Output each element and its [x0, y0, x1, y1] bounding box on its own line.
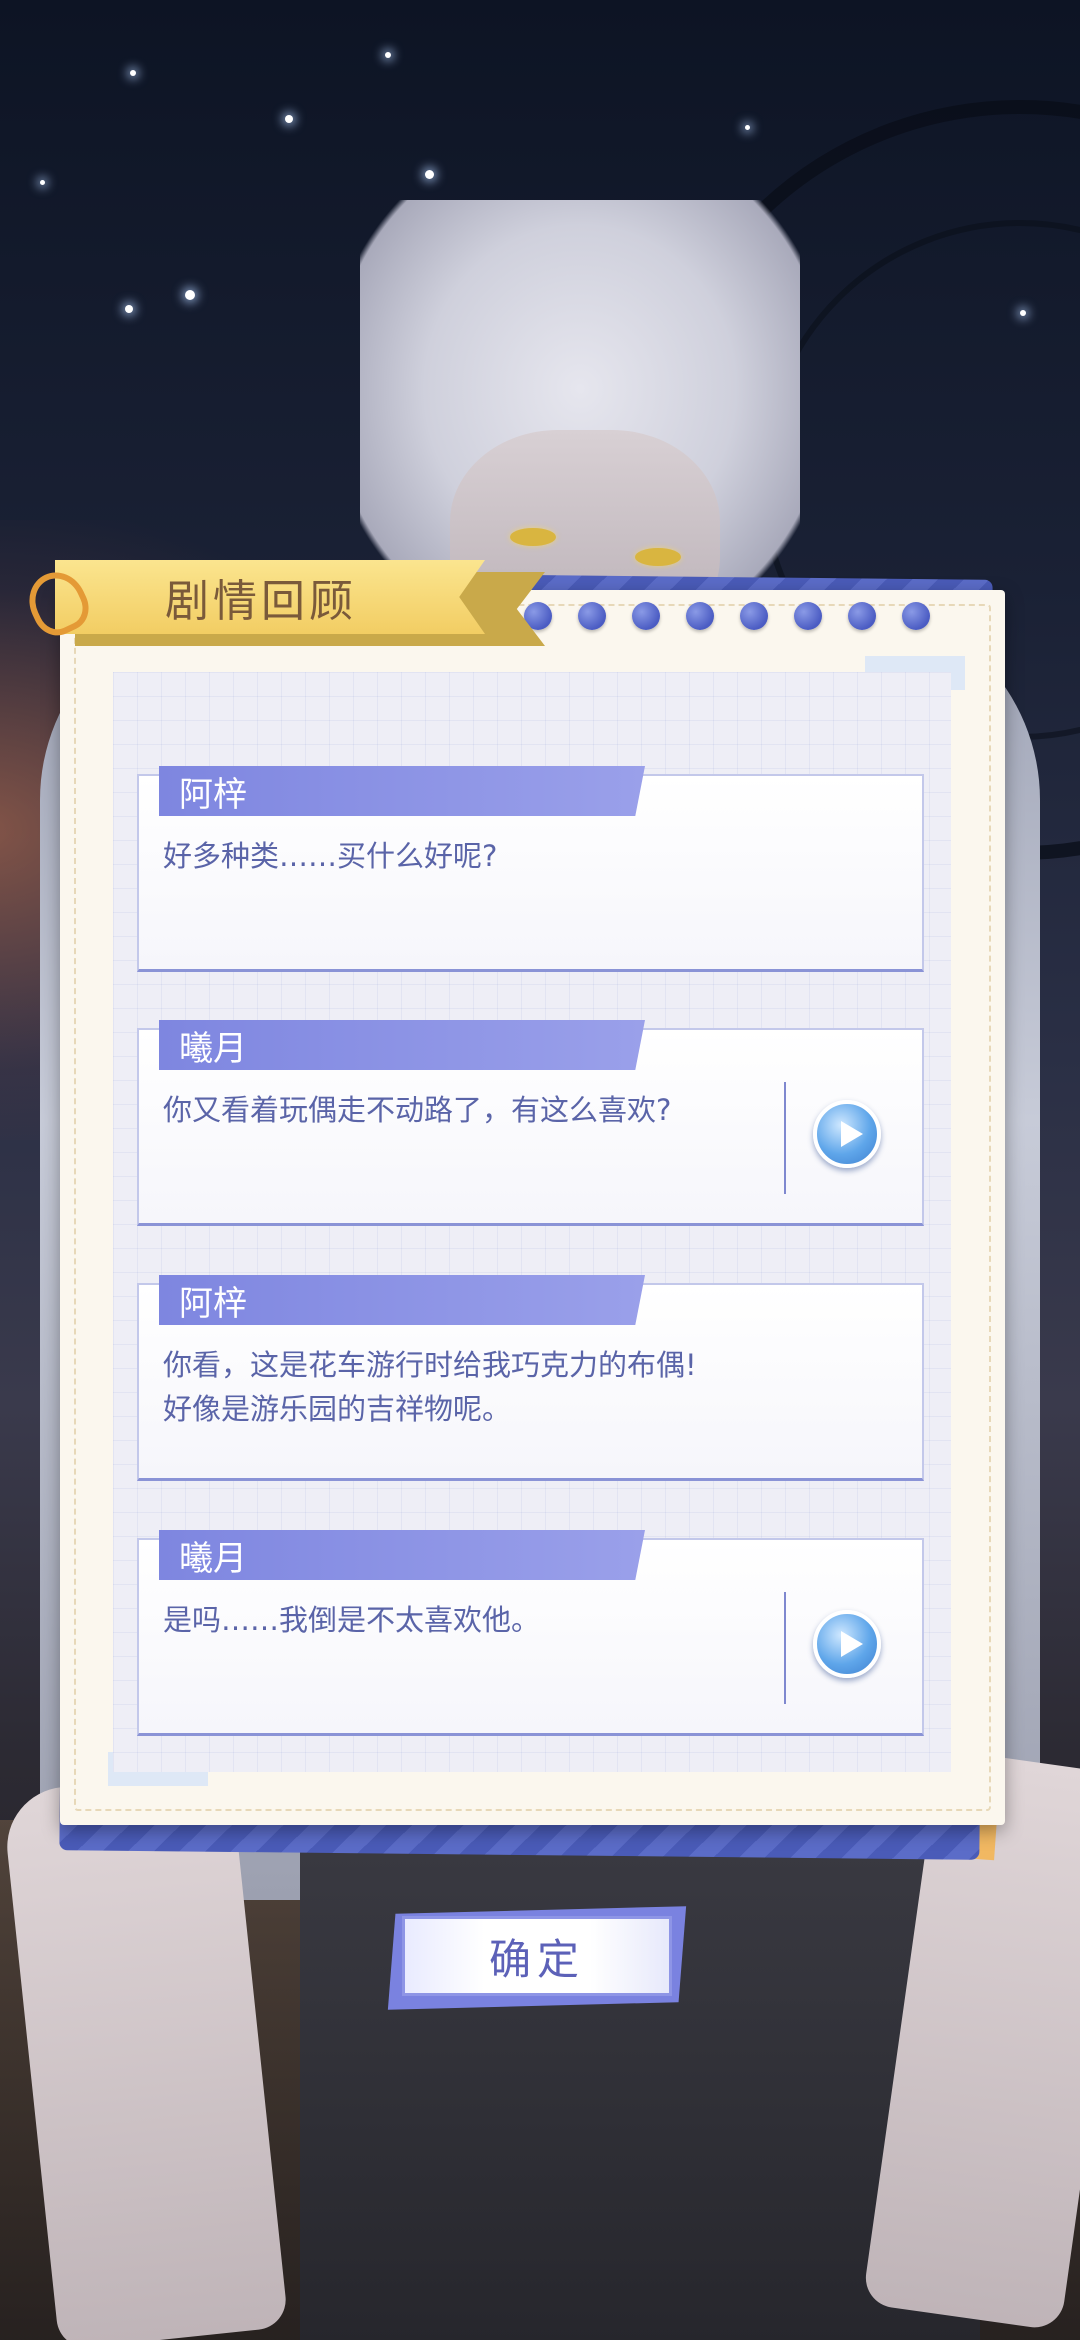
binder-dot — [686, 602, 714, 630]
dialogue-entry: 曦月 你又看着玩偶走不动路了，有这么喜欢? — [137, 1020, 924, 1230]
character-eye — [635, 548, 681, 566]
panel-title: 剧情回顾 — [165, 576, 357, 627]
dialogue-entry: 阿梓 好多种类……买什么好呢? — [137, 766, 924, 976]
ribbon-banner: 剧情回顾 — [55, 560, 485, 634]
dialogue-text: 是吗……我倒是不太喜欢他。 — [163, 1603, 541, 1637]
speaker-tab: 阿梓 — [159, 766, 645, 816]
speaker-tab: 曦月 — [159, 1020, 645, 1070]
voice-divider — [784, 1082, 786, 1194]
game-scene: 剧情回顾 阿梓 好多种类……买什么好呢? 曦月 你又看着玩偶走不动路了，有这么喜… — [0, 0, 1080, 2340]
star — [745, 125, 750, 130]
binder-dots — [470, 602, 930, 638]
dialogue-text: 你看，这是花车游行时给我巧克力的布偶! 好像是游乐园的吉祥物呢。 — [163, 1348, 697, 1426]
star — [185, 290, 195, 300]
speaker-tab: 曦月 — [159, 1530, 645, 1580]
binder-dot — [632, 602, 660, 630]
dialogue-text: 你又看着玩偶走不动路了，有这么喜欢? — [163, 1093, 672, 1127]
confirm-button[interactable]: 确定 — [402, 1916, 672, 1996]
binder-dot — [740, 602, 768, 630]
binder-dot — [794, 602, 822, 630]
play-icon[interactable] — [813, 1100, 881, 1168]
dialogue-entry: 曦月 是吗……我倒是不太喜欢他。 — [137, 1530, 924, 1740]
speaker-name: 阿梓 — [179, 1283, 247, 1324]
speaker-name: 曦月 — [179, 1028, 247, 1069]
speaker-name: 曦月 — [179, 1538, 247, 1579]
panel-title-ribbon: 剧情回顾 — [55, 560, 545, 646]
star — [130, 70, 136, 76]
dialogue-entry: 阿梓 你看，这是花车游行时给我巧克力的布偶! 好像是游乐园的吉祥物呢。 — [137, 1275, 924, 1485]
character-eye — [510, 528, 556, 546]
voice-divider — [784, 1592, 786, 1704]
star — [425, 170, 434, 179]
star — [40, 180, 45, 185]
binder-dot — [848, 602, 876, 630]
star — [125, 305, 133, 313]
speaker-tab: 阿梓 — [159, 1275, 645, 1325]
star — [385, 52, 391, 58]
play-icon[interactable] — [813, 1610, 881, 1678]
binder-dot — [902, 602, 930, 630]
dialogue-text: 好多种类……买什么好呢? — [163, 839, 498, 873]
binder-dot — [578, 602, 606, 630]
speaker-name: 阿梓 — [179, 774, 247, 815]
confirm-label: 确定 — [488, 1934, 585, 1984]
star — [285, 115, 293, 123]
